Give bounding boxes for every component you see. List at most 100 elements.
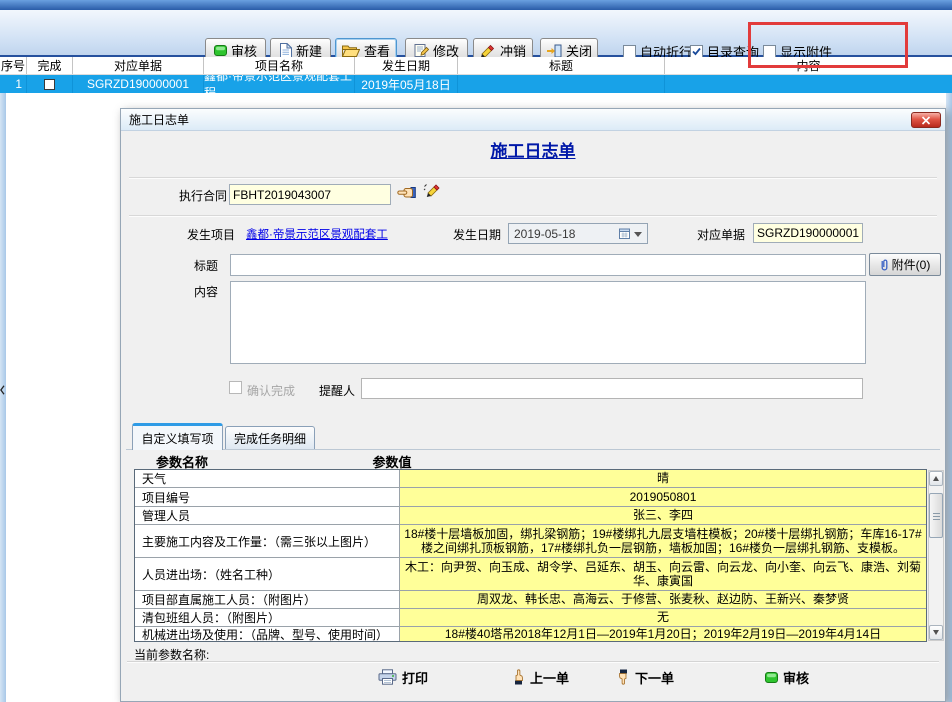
row-complete-checkbox[interactable] [44, 79, 55, 90]
edit-icon [414, 43, 429, 58]
separator [129, 177, 937, 179]
confirm-complete-label: 确认完成 [247, 382, 303, 399]
tab-custom-fields[interactable]: 自定义填写项 [132, 423, 223, 450]
table-row[interactable]: 1 SGRZD190000001 鑫都·帝景示范区景观配套工程 2019年05月… [0, 75, 952, 93]
hand-down-icon [617, 669, 630, 685]
attachment-button[interactable]: 附件(0) [869, 253, 941, 276]
right-edge-strip [946, 93, 952, 702]
content-label: 内容 [190, 283, 218, 300]
doc-input[interactable] [753, 223, 863, 243]
col-header-seq[interactable]: 序号 [0, 57, 27, 74]
exit-door-icon [546, 44, 562, 58]
col-header-content[interactable]: 内容 [665, 57, 952, 74]
window-titlebar [0, 0, 952, 10]
next-record-button[interactable]: 下一单 [617, 665, 674, 689]
row-done-cell [27, 75, 73, 93]
col-header-project[interactable]: 项目名称 [204, 57, 355, 74]
construction-log-dialog: 施工日志单 施工日志单 执行合同 发生项目 鑫都·帝景示范区景观配套工 发生日期… [120, 108, 946, 702]
arrow-up-icon [933, 476, 939, 481]
param-value[interactable]: 无 [400, 609, 926, 626]
hand-up-icon [512, 669, 525, 685]
tab-baseline [126, 449, 940, 450]
footer-separator [127, 661, 939, 663]
next-record-button-label: 下一单 [635, 668, 674, 687]
param-value[interactable]: 晴 [400, 470, 926, 487]
param-value-header: 参数值 [347, 452, 437, 468]
param-value[interactable]: 周双龙、韩长忠、高海云、于修营、张麦秋、赵边防、王新兴、秦梦贤 [400, 591, 926, 608]
tab-completed-tasks[interactable]: 完成任务明细 [225, 426, 315, 450]
param-name: 主要施工内容及工作量：（需三张以上图片） [135, 525, 400, 557]
param-value[interactable]: 2019050801 [400, 488, 926, 506]
col-header-done[interactable]: 完成 [27, 57, 73, 74]
row-seq: 1 [0, 75, 27, 93]
date-picker[interactable]: 2019-05-18 [508, 223, 648, 244]
param-row: 机械进出场及使用：（品牌、型号、使用时间） 18#楼40塔吊2018年12月1日… [135, 627, 926, 641]
scroll-up-button[interactable] [929, 471, 943, 486]
title-label: 标题 [190, 257, 218, 274]
calendar-icon [619, 228, 630, 239]
print-button[interactable]: 打印 [378, 665, 428, 689]
reminder-input[interactable] [361, 378, 863, 399]
project-link[interactable]: 鑫都·帝景示范区景观配套工 [246, 226, 396, 242]
separator [129, 215, 937, 217]
dialog-close-button[interactable] [911, 112, 941, 128]
arrow-down-icon [933, 630, 939, 635]
param-row: 项目部直属施工人员：（附图片） 周双龙、韩长忠、高海云、于修营、张麦秋、赵边防、… [135, 591, 926, 609]
print-button-label: 打印 [402, 668, 428, 687]
param-name: 人员进出场：（姓名工种） [135, 558, 400, 590]
row-doc-no: SGRZD190000001 [73, 75, 204, 93]
open-folder-icon [342, 44, 360, 57]
param-row: 人员进出场：（姓名工种） 木工：向尹贺、向玉成、胡令学、吕延东、胡玉、向云雷、向… [135, 558, 926, 591]
param-row: 主要施工内容及工作量：（需三张以上图片） 18#楼十层墙板加固，绑扎梁钢筋；19… [135, 525, 926, 558]
param-name-header: 参数名称 [137, 452, 227, 468]
param-scrollbar[interactable] [928, 470, 944, 641]
col-header-date[interactable]: 发生日期 [355, 57, 458, 74]
param-row: 项目编号 2019050801 [135, 488, 926, 507]
scroll-down-button[interactable] [929, 625, 943, 640]
new-doc-icon [279, 43, 292, 58]
project-label: 发生项目 [173, 226, 235, 243]
param-table: 天气 晴 项目编号 2019050801 管理人员 张三、李四 主要施工内容及工… [134, 469, 927, 642]
param-value[interactable]: 18#楼十层墙板加固，绑扎梁钢筋；19#楼绑扎九层支墙柱模板；20#楼十层绑扎钢… [400, 525, 926, 557]
param-value[interactable]: 木工：向尹贺、向玉成、胡令学、吕延东、胡玉、向云雷、向云龙、向小奎、向云飞、康浩… [400, 558, 926, 590]
row-content [665, 75, 952, 93]
approve-footer-button[interactable]: 审核 [765, 665, 809, 689]
param-row: 清包班组人员：（附图片） 无 [135, 609, 926, 627]
param-value[interactable]: 张三、李四 [400, 507, 926, 524]
row-project: 鑫都·帝景示范区景观配套工程 [204, 75, 355, 93]
collapse-panel-arrow[interactable] [0, 384, 6, 396]
doc-label: 对应单据 [683, 226, 745, 243]
param-name: 管理人员 [135, 507, 400, 524]
approve-icon [214, 45, 227, 56]
param-name: 项目部直属施工人员：（附图片） [135, 591, 400, 608]
col-header-doc[interactable]: 对应单据 [73, 57, 204, 74]
param-name: 机械进出场及使用：（品牌、型号、使用时间） [135, 627, 400, 641]
pointing-hand-icon [397, 186, 416, 199]
title-input[interactable] [230, 254, 866, 276]
scroll-thumb[interactable] [929, 493, 943, 538]
tab-custom-fields-label: 自定义填写项 [141, 430, 213, 447]
dialog-titlebar[interactable]: 施工日志单 [121, 109, 945, 131]
writeoff-pen-icon [480, 44, 496, 58]
paperclip-icon [880, 258, 889, 272]
date-label: 发生日期 [439, 226, 501, 243]
dropdown-arrow-icon [634, 232, 642, 241]
contract-pick-button[interactable] [397, 186, 416, 199]
approve-icon [765, 672, 778, 683]
param-value[interactable]: 18#楼40塔吊2018年12月1日—2019年1月20日；2019年2月19日… [400, 627, 926, 641]
param-name: 清包班组人员：（附图片） [135, 609, 400, 626]
left-edge-strip [0, 93, 6, 702]
content-textarea[interactable] [230, 281, 866, 364]
printer-icon [378, 669, 397, 685]
date-value: 2019-05-18 [514, 227, 619, 241]
attachment-button-label: 附件(0) [892, 256, 931, 273]
previous-record-button-label: 上一单 [530, 668, 569, 687]
contract-input[interactable] [229, 184, 391, 205]
contract-sign-button[interactable] [423, 183, 442, 198]
previous-record-button[interactable]: 上一单 [512, 665, 569, 689]
contract-label: 执行合同 [165, 187, 227, 204]
confirm-complete-checkbox[interactable] [229, 381, 242, 394]
row-date: 2019年05月18日 [355, 75, 458, 93]
reminder-label: 提醒人 [313, 382, 355, 399]
col-header-title[interactable]: 标题 [458, 57, 665, 74]
